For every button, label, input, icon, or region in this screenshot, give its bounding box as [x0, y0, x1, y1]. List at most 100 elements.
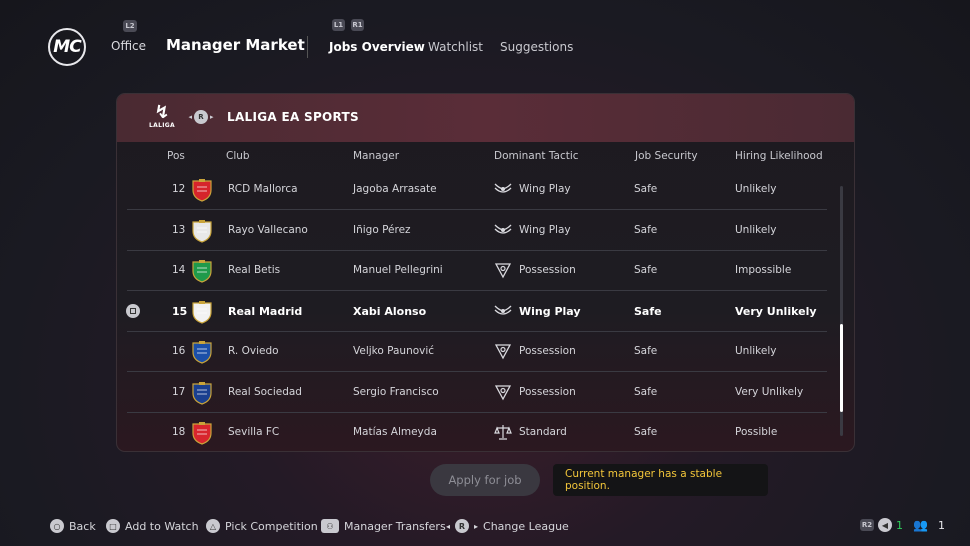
hint-back[interactable]: ○ Back: [50, 519, 96, 533]
row-club: Real Sociedad: [228, 385, 302, 398]
chevron-right-icon: ▸: [474, 521, 479, 531]
career-mode-logo: MC: [48, 28, 86, 66]
row-position: 16: [172, 345, 186, 357]
row-hiring-likelihood: Possible: [735, 426, 778, 438]
row-tactic: Possession: [519, 385, 576, 398]
hint-add-to-watch[interactable]: □ Add to Watch: [106, 519, 199, 533]
hint-add-to-watch-label: Add to Watch: [125, 519, 199, 533]
col-club: Club: [226, 150, 250, 162]
laliga-logo: ↯ LALIGA: [149, 102, 175, 129]
hint-back-label: Back: [69, 519, 96, 533]
club-crest-icon: [192, 260, 212, 283]
possession-icon: [494, 344, 512, 360]
triangle-button-icon: △: [206, 519, 220, 533]
tab-jobs-overview[interactable]: Jobs Overview: [329, 40, 425, 54]
table-row[interactable]: 12 RCD Mallorca Jagoba Arrasate Wing Play Sa…: [127, 170, 827, 210]
wing-play-icon: [494, 305, 512, 315]
col-job-security: Job Security: [635, 150, 698, 162]
col-tactic: Dominant Tactic: [494, 150, 579, 162]
wing-play-icon: [494, 224, 512, 234]
table-row[interactable]: 18 Sevilla FC Matías Almeyda Standard Safe Po…: [127, 413, 827, 451]
change-league-chip[interactable]: ◂ R ▸: [187, 110, 215, 124]
hint-change-league[interactable]: ◂ R ▸ Change League: [446, 519, 569, 533]
header-divider: [307, 36, 308, 58]
tab-watchlist[interactable]: Watchlist: [428, 40, 483, 54]
circle-button-icon: ○: [50, 519, 64, 533]
row-club: Real Madrid: [228, 304, 303, 318]
row-hiring-likelihood: Unlikely: [735, 345, 777, 357]
row-job-security: Safe: [634, 264, 658, 276]
club-crest-icon: [192, 179, 212, 202]
row-club: Real Betis: [228, 264, 281, 276]
page-title: Manager Market: [166, 36, 305, 54]
row-tactic: Wing Play: [519, 304, 581, 318]
tab-suggestions[interactable]: Suggestions: [500, 40, 573, 54]
hint-manager-transfers-label: Manager Transfers: [344, 519, 446, 533]
row-hiring-likelihood: Impossible: [735, 264, 792, 276]
row-position: 13: [172, 223, 186, 236]
row-tactic: Standard: [519, 426, 567, 438]
row-manager: Xabi Alonso: [353, 304, 427, 318]
row-club: Sevilla FC: [228, 426, 280, 438]
wing-play-icon: [494, 183, 512, 193]
table-row[interactable]: 15 Real Madrid Xabi Alonso Wing Play Safe Ver…: [127, 292, 827, 332]
row-job-security: Safe: [634, 385, 658, 398]
row-job-security: Safe: [634, 304, 662, 318]
row-manager: Iñigo Pérez: [353, 223, 411, 236]
row-tactic: Possession: [519, 345, 576, 357]
club-crest-icon: [192, 219, 212, 243]
nav-office[interactable]: Office: [111, 39, 146, 53]
hint-pick-competition-label: Pick Competition: [225, 519, 318, 533]
row-manager: Veljko Paunović: [353, 345, 435, 357]
row-hiring-likelihood: Very Unlikely: [735, 304, 817, 318]
col-manager: Manager: [353, 150, 400, 162]
r1-button-hint: R1: [351, 19, 364, 31]
row-position: 15: [172, 304, 188, 318]
users-icon: 👥: [913, 518, 928, 532]
table-row[interactable]: 13 Rayo Vallecano Iñigo Pérez Wing Play Safe…: [127, 211, 827, 251]
megaphone-icon: ◀: [878, 518, 892, 532]
possession-icon: [494, 263, 512, 279]
user-count: 1: [937, 518, 945, 532]
r2-button-hint: R2: [860, 519, 874, 531]
row-manager: Sergio Francisco: [353, 385, 439, 398]
col-pos: Pos: [167, 150, 185, 162]
row-position: 14: [172, 264, 186, 276]
table-row[interactable]: 17 Real Sociedad Sergio Francisco Possessio…: [127, 373, 827, 413]
row-hiring-likelihood: Unlikely: [735, 183, 777, 195]
row-club: RCD Mallorca: [228, 183, 298, 195]
row-hiring-likelihood: Unlikely: [735, 223, 777, 236]
l1-button-hint: L1: [332, 19, 345, 31]
club-crest-icon: [192, 341, 212, 364]
club-crest-icon: [192, 300, 212, 324]
row-club: Rayo Vallecano: [228, 223, 308, 236]
jobs-panel: ↯ LALIGA ◂ R ▸ LALIGA EA SPORTS Pos Club …: [116, 93, 855, 452]
row-tactic: Wing Play: [519, 183, 571, 195]
notification-count: 1: [896, 518, 903, 532]
scrollbar-thumb[interactable]: [840, 324, 843, 412]
table-row[interactable]: 16 R. Oviedo Veljko Paunović Possession Safe…: [127, 332, 827, 372]
row-job-security: Safe: [634, 345, 658, 357]
touchpad-button-icon: ⚇: [321, 519, 339, 533]
l2-button-hint: L2: [123, 20, 137, 32]
row-club: R. Oviedo: [228, 345, 279, 357]
hint-pick-competition[interactable]: △ Pick Competition: [206, 519, 318, 533]
row-position: 18: [172, 426, 186, 438]
col-hiring-likelihood: Hiring Likelihood: [735, 150, 823, 162]
row-manager: Manuel Pellegrini: [353, 264, 443, 276]
chevron-left-icon: ◂: [446, 521, 451, 531]
chevron-left-icon: ◂: [188, 113, 192, 121]
row-job-security: Safe: [634, 183, 658, 195]
row-job-security: Safe: [634, 426, 658, 438]
square-button-icon: [126, 304, 140, 318]
table-row[interactable]: 14 Real Betis Manuel Pellegrini Possession S…: [127, 251, 827, 291]
row-job-security: Safe: [634, 223, 658, 236]
job-status-tooltip: Current manager has a stable position.: [553, 464, 768, 496]
possession-icon: [494, 384, 512, 400]
row-tactic: Wing Play: [519, 223, 571, 236]
apply-for-job-button[interactable]: Apply for job: [430, 464, 540, 496]
hint-manager-transfers[interactable]: ⚇ Manager Transfers: [321, 519, 446, 533]
row-manager: Jagoba Arrasate: [353, 183, 437, 195]
hint-change-league-label: Change League: [483, 519, 569, 533]
league-name: LALIGA EA SPORTS: [227, 110, 359, 124]
